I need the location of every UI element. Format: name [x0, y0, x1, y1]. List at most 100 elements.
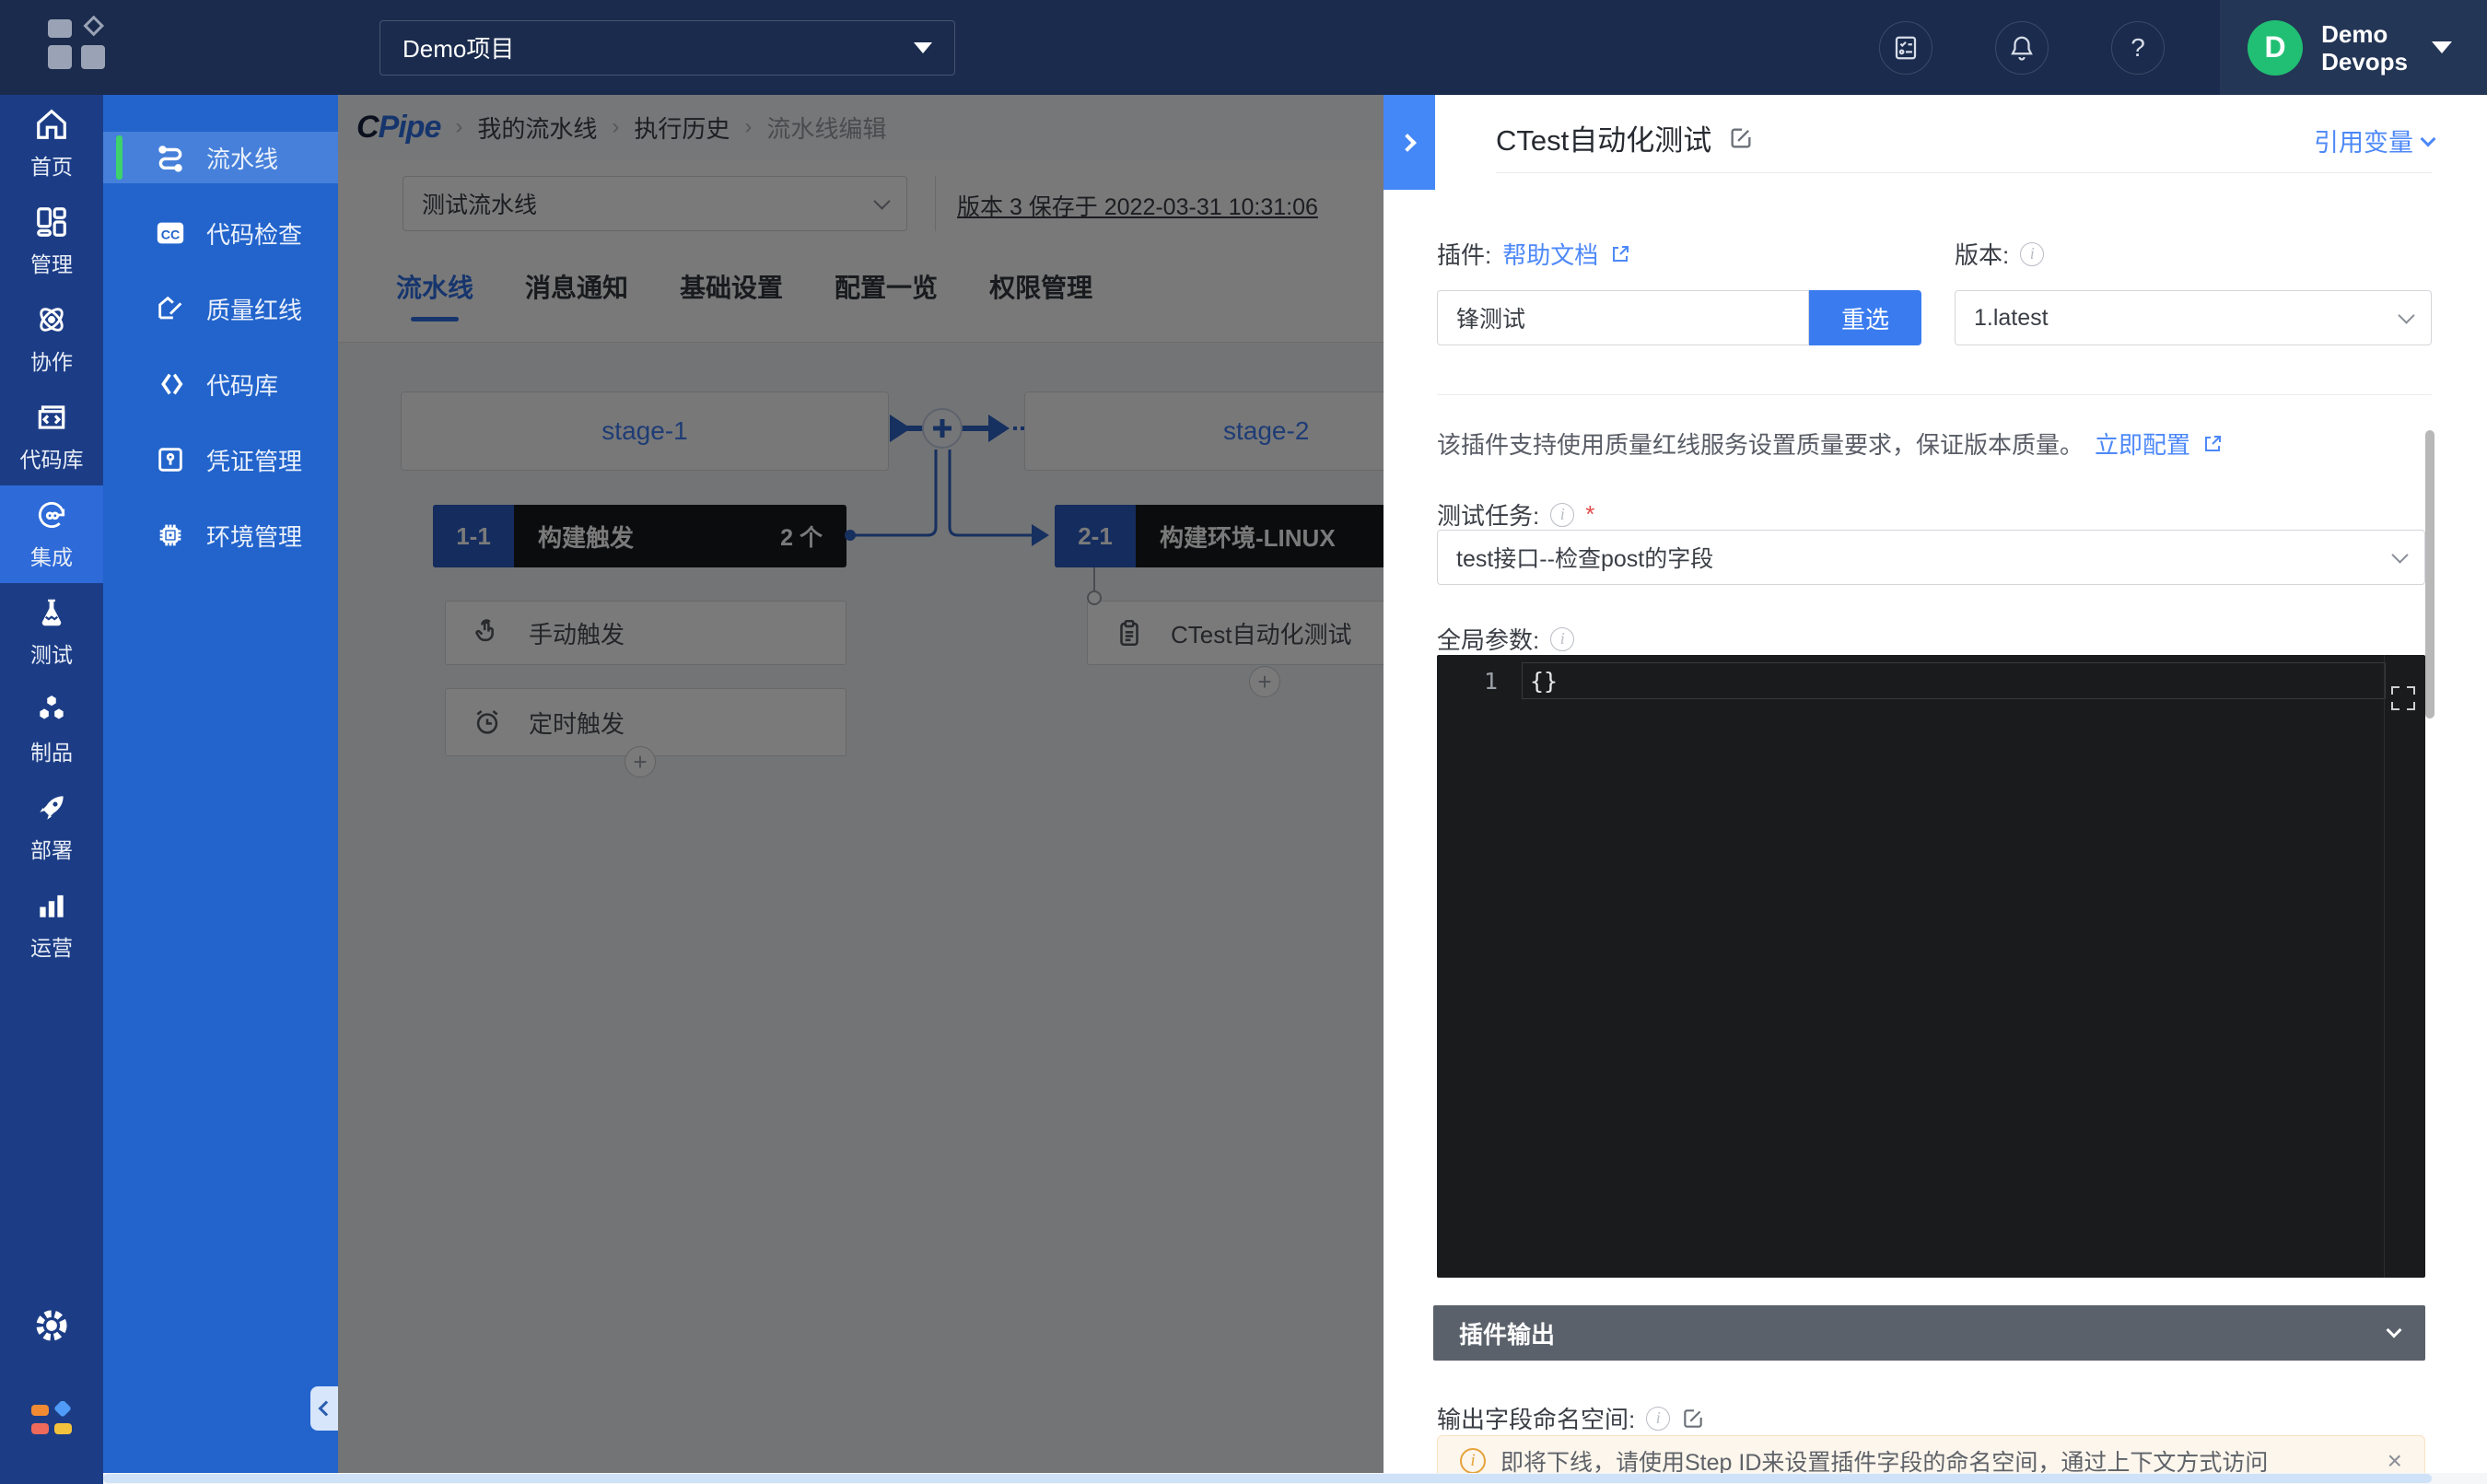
code-repo-icon	[34, 400, 69, 435]
drawer-title-row: CTest自动化测试	[1496, 117, 1754, 158]
warning-info-icon: i	[1460, 1448, 1486, 1474]
global-params-editor[interactable]: 1 {}	[1437, 655, 2425, 1278]
notifications-button[interactable]	[1995, 21, 2049, 75]
pipeline-icon	[155, 142, 186, 173]
plugin-config-drawer: CTest自动化测试 引用变量 插件: 帮助文档 版本: i 重选 1.late…	[1384, 95, 2487, 1484]
editor-code-line[interactable]: {}	[1522, 662, 2386, 699]
rail-item-integration[interactable]: 集成	[0, 485, 103, 583]
sidebar-item-quality-gate[interactable]: 质量红线	[103, 283, 338, 334]
credential-icon	[155, 444, 186, 475]
fullscreen-icon[interactable]	[2391, 686, 2415, 710]
info-icon[interactable]: i	[1550, 503, 1574, 527]
rail-item-collaboration[interactable]: 协作	[0, 290, 103, 388]
chevron-down-icon	[2387, 1323, 2402, 1338]
sidebar-item-label: 凭证管理	[206, 443, 302, 477]
drawer-backdrop-overlay[interactable]	[338, 95, 1384, 1484]
reference-variable-link[interactable]: 引用变量	[2314, 123, 2434, 158]
avatar: D	[2248, 20, 2303, 76]
secondary-sidebar: 流水线 CC 代码检查 质量红线 代码库 凭证管理 环境管理	[103, 95, 338, 1484]
chevron-left-icon	[319, 1401, 334, 1417]
close-icon[interactable]: ×	[2388, 1446, 2402, 1476]
external-link-icon[interactable]	[1609, 243, 1631, 265]
sidebar-collapse-button[interactable]	[310, 1386, 338, 1431]
sidebar-item-code-check[interactable]: CC 代码检查	[103, 207, 338, 259]
version-select[interactable]: 1.latest	[1955, 290, 2432, 345]
main-content: CPipe › 我的流水线 › 执行历史 › 流水线编辑 测试流水线 版本 3 …	[338, 95, 1384, 1484]
output-namespace-label: 输出字段命名空间:	[1437, 1401, 1635, 1435]
rail-item-code-repo[interactable]: 代码库	[0, 388, 103, 485]
drawer-title: CTest自动化测试	[1496, 117, 1711, 158]
sidebar-item-label: 流水线	[206, 141, 278, 175]
gear-icon[interactable]	[31, 1305, 72, 1346]
info-icon[interactable]: i	[2020, 242, 2044, 266]
code-check-icon: CC	[155, 217, 186, 249]
app-logo-icon[interactable]	[48, 19, 112, 76]
chevron-down-icon	[2432, 41, 2452, 53]
primary-nav-rail: 首页 管理 协作 代码库 集成 测试 制品 部署	[0, 95, 103, 1484]
repo-icon	[155, 368, 186, 400]
version-select-value: 1.latest	[1974, 305, 2049, 332]
app-grid-logo-icon[interactable]	[29, 1401, 74, 1440]
user-name: Demo Devops	[2321, 20, 2408, 76]
task-list-button[interactable]	[1879, 21, 1932, 75]
configure-now-link[interactable]: 立即配置	[2095, 427, 2190, 461]
reselect-button[interactable]: 重选	[1809, 290, 1921, 345]
global-params-label-row: 全局参数: i	[1437, 622, 1574, 656]
editor-line-number: 1	[1437, 655, 1522, 695]
collaboration-icon	[34, 302, 69, 337]
sidebar-item-pipeline[interactable]: 流水线	[103, 132, 338, 183]
info-icon[interactable]: i	[1550, 627, 1574, 651]
grid-icon	[34, 204, 69, 240]
home-icon	[34, 107, 69, 142]
test-task-select[interactable]: test接口--检查post的字段	[1437, 530, 2425, 585]
global-params-label: 全局参数:	[1437, 622, 1539, 656]
editor-guide-line	[2384, 655, 2385, 1278]
artifact-icon	[34, 693, 69, 728]
rail-item-operations[interactable]: 运营	[0, 876, 103, 974]
help-doc-link[interactable]: 帮助文档	[1502, 237, 1598, 271]
horizontal-scrollbar-thumb[interactable]	[103, 1474, 2432, 1483]
rail-item-artifact[interactable]: 制品	[0, 681, 103, 778]
sidebar-item-environment[interactable]: 环境管理	[103, 509, 338, 561]
info-icon[interactable]: i	[1646, 1407, 1670, 1431]
chevron-right-icon	[1398, 134, 1417, 152]
top-bar: Demo项目 ? D Demo Devops	[0, 0, 2487, 95]
help-button[interactable]: ?	[2111, 21, 2165, 75]
test-task-label: 测试任务:	[1437, 497, 1539, 532]
sidebar-item-label: 代码检查	[206, 216, 302, 251]
app-root: Demo项目 ? D Demo Devops 首页	[0, 0, 2487, 1484]
rail-item-deploy[interactable]: 部署	[0, 778, 103, 876]
bell-icon	[2008, 34, 2036, 62]
drawer-collapse-button[interactable]	[1384, 95, 1435, 190]
plugin-output-section-header[interactable]: 插件输出	[1433, 1305, 2425, 1361]
sidebar-item-credentials[interactable]: 凭证管理	[103, 434, 338, 485]
test-task-label-row: 测试任务: i *	[1437, 497, 1594, 532]
environment-icon	[155, 520, 186, 551]
sidebar-item-label: 质量红线	[206, 292, 302, 326]
edit-icon[interactable]	[1728, 125, 1754, 151]
rail-item-manage[interactable]: 管理	[0, 193, 103, 290]
quality-gate-icon	[155, 293, 186, 324]
external-link-icon[interactable]	[2201, 433, 2224, 455]
rail-item-test[interactable]: 测试	[0, 583, 103, 681]
divider	[1437, 394, 2432, 395]
horizontal-scrollbar[interactable]	[103, 1473, 2487, 1484]
rail-item-home[interactable]: 首页	[0, 95, 103, 193]
bar-chart-icon	[34, 888, 69, 923]
rocket-icon	[34, 790, 69, 825]
drawer-scrollbar[interactable]	[2425, 430, 2434, 719]
user-menu[interactable]: D Demo Devops	[2220, 0, 2487, 95]
chevron-down-icon	[2421, 131, 2436, 146]
sidebar-item-label: 环境管理	[206, 519, 302, 553]
task-list-icon	[1892, 34, 1920, 62]
project-select[interactable]: Demo项目	[379, 20, 955, 76]
edit-icon[interactable]	[1681, 1407, 1705, 1431]
chevron-down-icon	[2391, 546, 2408, 563]
sidebar-item-repo[interactable]: 代码库	[103, 358, 338, 410]
version-label: 版本:	[1955, 237, 2009, 271]
plugin-label: 插件:	[1437, 237, 1491, 271]
chevron-down-icon	[914, 42, 932, 53]
output-namespace-label-row: 输出字段命名空间: i	[1437, 1401, 1705, 1435]
required-asterisk: *	[1585, 500, 1594, 529]
plugin-name-input[interactable]	[1437, 290, 1809, 345]
